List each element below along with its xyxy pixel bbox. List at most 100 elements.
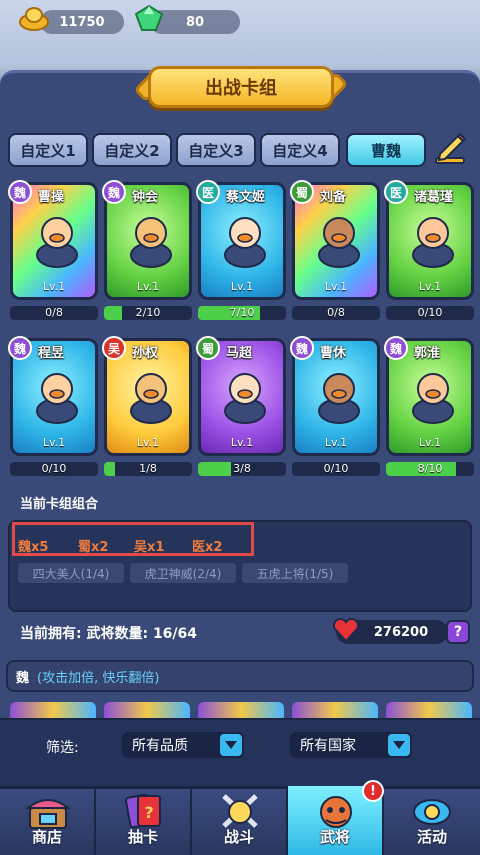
tab-custom-2[interactable]: 自定义2 bbox=[92, 133, 172, 167]
bond-tag[interactable]: 五虎上将(1/5) bbox=[242, 563, 348, 583]
faction-count-wei: 魏x5 bbox=[18, 540, 49, 555]
bond-tag[interactable]: 四大美人(1/4) bbox=[18, 563, 124, 583]
faction-badge: 吴 bbox=[102, 336, 126, 360]
hero-portrait-icon bbox=[130, 373, 172, 424]
help-button[interactable]: ? bbox=[446, 620, 470, 644]
card-progress-text: 3/8 bbox=[233, 462, 251, 475]
card-progress-bar: 1/8 bbox=[104, 462, 192, 476]
nav-label-shop: 商店 bbox=[31, 828, 62, 846]
faction-count-yi: 医x2 bbox=[192, 540, 223, 555]
faction-badge: 魏 bbox=[8, 180, 32, 204]
heart-icon bbox=[332, 617, 360, 643]
card-progress-text: 1/8 bbox=[139, 462, 157, 475]
hero-portrait-icon bbox=[36, 217, 78, 268]
hero-name: 马超 bbox=[226, 346, 253, 361]
tab-custom-3[interactable]: 自定义3 bbox=[176, 133, 256, 167]
faction-count-shu: 蜀x2 bbox=[78, 540, 109, 555]
faction-bonus-text: (攻击加倍, 快乐翻倍) bbox=[37, 670, 160, 686]
card-progress-bar: 0/8 bbox=[292, 306, 380, 320]
quality-select-value: 所有品质 bbox=[132, 738, 188, 754]
hero-level: Lv.1 bbox=[136, 280, 160, 293]
hero-portrait-icon bbox=[318, 217, 360, 268]
card-row-peek bbox=[104, 702, 190, 718]
general-face-icon bbox=[320, 796, 352, 828]
hero-portrait-icon bbox=[130, 217, 172, 268]
nav-events[interactable]: 活动 bbox=[384, 786, 480, 855]
card-progress-text: 0/10 bbox=[41, 462, 67, 475]
nav-battle[interactable]: 战斗 bbox=[192, 786, 288, 855]
emerald-gem-icon bbox=[134, 4, 164, 31]
card-row-peek bbox=[10, 702, 96, 718]
card-progress-bar: 0/10 bbox=[292, 462, 380, 476]
card-progress-bar: 0/8 bbox=[10, 306, 98, 320]
card-row-peek bbox=[292, 702, 378, 718]
tab-custom-4[interactable]: 自定义4 bbox=[260, 133, 340, 167]
hero-portrait-icon bbox=[412, 217, 454, 268]
activity-trophy-icon bbox=[413, 799, 451, 825]
hero-level: Lv.1 bbox=[324, 280, 348, 293]
chevron-down-icon[interactable] bbox=[218, 732, 244, 758]
gold-counter: 11750 bbox=[40, 10, 124, 34]
card-progress-text: 0/8 bbox=[45, 306, 63, 319]
gem-amount: 80 bbox=[185, 14, 205, 30]
hero-name: 郭淮 bbox=[414, 346, 441, 361]
card-progress-bar: 3/8 bbox=[198, 462, 286, 476]
hero-level: Lv.1 bbox=[42, 280, 66, 293]
faction-badge: 魏 bbox=[102, 180, 126, 204]
tab-custom-1[interactable]: 自定义1 bbox=[8, 133, 88, 167]
nav-label-battle: 战斗 bbox=[223, 828, 254, 846]
gold-amount: 11750 bbox=[59, 14, 105, 30]
page-title: 出战卡组 bbox=[148, 66, 334, 108]
card-row-peek bbox=[198, 702, 284, 718]
crossed-swords-helmet-icon bbox=[222, 794, 258, 828]
card-progress-bar: 2/10 bbox=[104, 306, 192, 320]
country-select-value: 所有国家 bbox=[300, 738, 356, 754]
hero-portrait-icon bbox=[318, 373, 360, 424]
hero-level: Lv.1 bbox=[418, 436, 442, 449]
hero-name: 曹休 bbox=[320, 346, 347, 361]
pencil-edit-icon[interactable] bbox=[432, 130, 468, 166]
hero-level: Lv.1 bbox=[230, 436, 254, 449]
card-progress-text: 0/10 bbox=[323, 462, 349, 475]
hero-portrait-icon bbox=[36, 373, 78, 424]
hero-name: 程昱 bbox=[38, 346, 65, 361]
combo-label: 当前卡组组合 bbox=[20, 497, 99, 512]
faction-badge: 医 bbox=[384, 180, 408, 204]
faction-badge: 蜀 bbox=[290, 180, 314, 204]
hero-name: 诸葛瑾 bbox=[414, 190, 454, 205]
card-progress-text: 0/10 bbox=[417, 306, 443, 319]
card-row-peek bbox=[386, 702, 472, 718]
faction-badge: 魏 bbox=[8, 336, 32, 360]
owned-count: 当前拥有: 武将数量: 16/64 bbox=[20, 626, 198, 642]
faction-bonus-name: 魏 bbox=[16, 670, 30, 686]
card-progress-bar: 8/10 bbox=[386, 462, 474, 476]
hero-name: 孙权 bbox=[132, 346, 159, 361]
hero-portrait-icon bbox=[412, 373, 454, 424]
filter-label: 筛选: bbox=[46, 740, 79, 756]
nav-label-generals: 武将 bbox=[319, 828, 350, 846]
nav-shop[interactable]: 商店 bbox=[0, 786, 96, 855]
bond-tag[interactable]: 虎卫神威(2/4) bbox=[130, 563, 236, 583]
hero-level: Lv.1 bbox=[136, 436, 160, 449]
hero-level: Lv.1 bbox=[324, 436, 348, 449]
card-progress-bar: 0/10 bbox=[10, 462, 98, 476]
hero-level: Lv.1 bbox=[230, 280, 254, 293]
nav-label-draw: 抽卡 bbox=[127, 828, 158, 846]
chevron-down-icon[interactable] bbox=[386, 732, 412, 758]
svg-text:?: ? bbox=[144, 803, 153, 822]
hero-portrait-icon bbox=[224, 373, 266, 424]
country-select[interactable]: 所有国家 bbox=[290, 732, 412, 758]
mystery-card-icon: ? bbox=[125, 793, 161, 829]
hero-name: 钟会 bbox=[132, 190, 159, 205]
faction-badge: 蜀 bbox=[196, 336, 220, 360]
hero-portrait-icon bbox=[224, 217, 266, 268]
shop-stall-icon bbox=[26, 799, 70, 829]
faction-badge: 魏 bbox=[384, 336, 408, 360]
nav-draw[interactable]: ? 抽卡 bbox=[96, 786, 192, 855]
quality-select[interactable]: 所有品质 bbox=[122, 732, 244, 758]
faction-badge: 医 bbox=[196, 180, 220, 204]
card-progress-text: 8/10 bbox=[417, 462, 443, 475]
faction-count-wu: 吴x1 bbox=[134, 540, 165, 555]
nav-label-events: 活动 bbox=[416, 828, 447, 846]
tab-cao-wei[interactable]: 曹魏 bbox=[346, 133, 426, 167]
